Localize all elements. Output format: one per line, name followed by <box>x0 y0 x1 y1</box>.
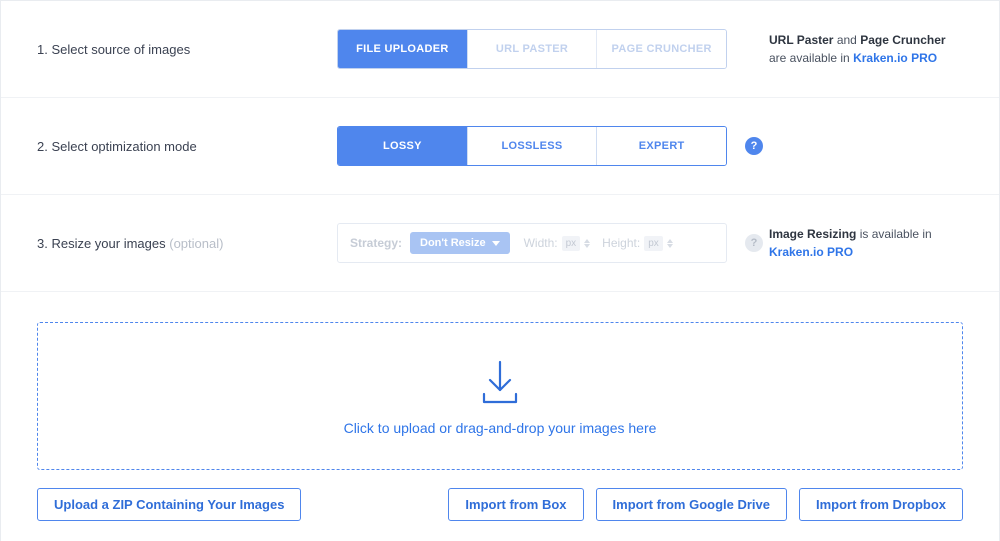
import-gdrive-button[interactable]: Import from Google Drive <box>596 488 787 521</box>
height-field: Height: px <box>602 236 673 251</box>
step1-note: URL Paster and Page Cruncher are availab… <box>769 31 969 67</box>
help-icon[interactable]: ? <box>745 137 763 155</box>
step1-row: 1. Select source of images FILE UPLOADER… <box>1 1 999 98</box>
download-icon <box>474 356 526 408</box>
import-row: Upload a ZIP Containing Your Images Impo… <box>37 488 963 521</box>
upload-section: Click to upload or drag-and-drop your im… <box>1 292 999 541</box>
tab-lossy[interactable]: LOSSY <box>338 127 468 165</box>
kraken-pro-link[interactable]: Kraken.io PRO <box>853 51 937 65</box>
import-box-button[interactable]: Import from Box <box>448 488 583 521</box>
mode-tab-group: LOSSY LOSSLESS EXPERT <box>337 126 727 166</box>
tab-url-paster[interactable]: URL PASTER <box>468 30 598 68</box>
chevron-down-icon <box>492 241 500 246</box>
resize-box: Strategy: Don't Resize Width: px Height:… <box>337 223 727 263</box>
step3-row: 3. Resize your images (optional) Strateg… <box>1 195 999 292</box>
dropzone[interactable]: Click to upload or drag-and-drop your im… <box>37 322 963 470</box>
tab-file-uploader[interactable]: FILE UPLOADER <box>338 30 468 68</box>
step3-note: Image Resizing is available in Kraken.io… <box>769 225 969 261</box>
import-dropbox-button[interactable]: Import from Dropbox <box>799 488 963 521</box>
kraken-pro-link[interactable]: Kraken.io PRO <box>769 245 853 259</box>
help-icon[interactable]: ? <box>745 234 763 252</box>
width-field: Width: px <box>524 236 591 251</box>
upload-zip-button[interactable]: Upload a ZIP Containing Your Images <box>37 488 301 521</box>
step2-label: 2. Select optimization mode <box>37 139 337 154</box>
step1-label: 1. Select source of images <box>37 42 337 57</box>
source-tab-group: FILE UPLOADER URL PASTER PAGE CRUNCHER <box>337 29 727 69</box>
height-stepper[interactable] <box>667 239 673 248</box>
step3-label: 3. Resize your images (optional) <box>37 236 337 251</box>
tab-lossless[interactable]: LOSSLESS <box>468 127 598 165</box>
width-stepper[interactable] <box>584 239 590 248</box>
tab-expert[interactable]: EXPERT <box>597 127 726 165</box>
dropzone-text: Click to upload or drag-and-drop your im… <box>344 420 657 436</box>
strategy-select[interactable]: Don't Resize <box>410 232 510 254</box>
step2-row: 2. Select optimization mode LOSSY LOSSLE… <box>1 98 999 195</box>
strategy-label: Strategy: <box>350 236 402 250</box>
settings-panel: 1. Select source of images FILE UPLOADER… <box>0 0 1000 541</box>
tab-page-cruncher[interactable]: PAGE CRUNCHER <box>597 30 726 68</box>
